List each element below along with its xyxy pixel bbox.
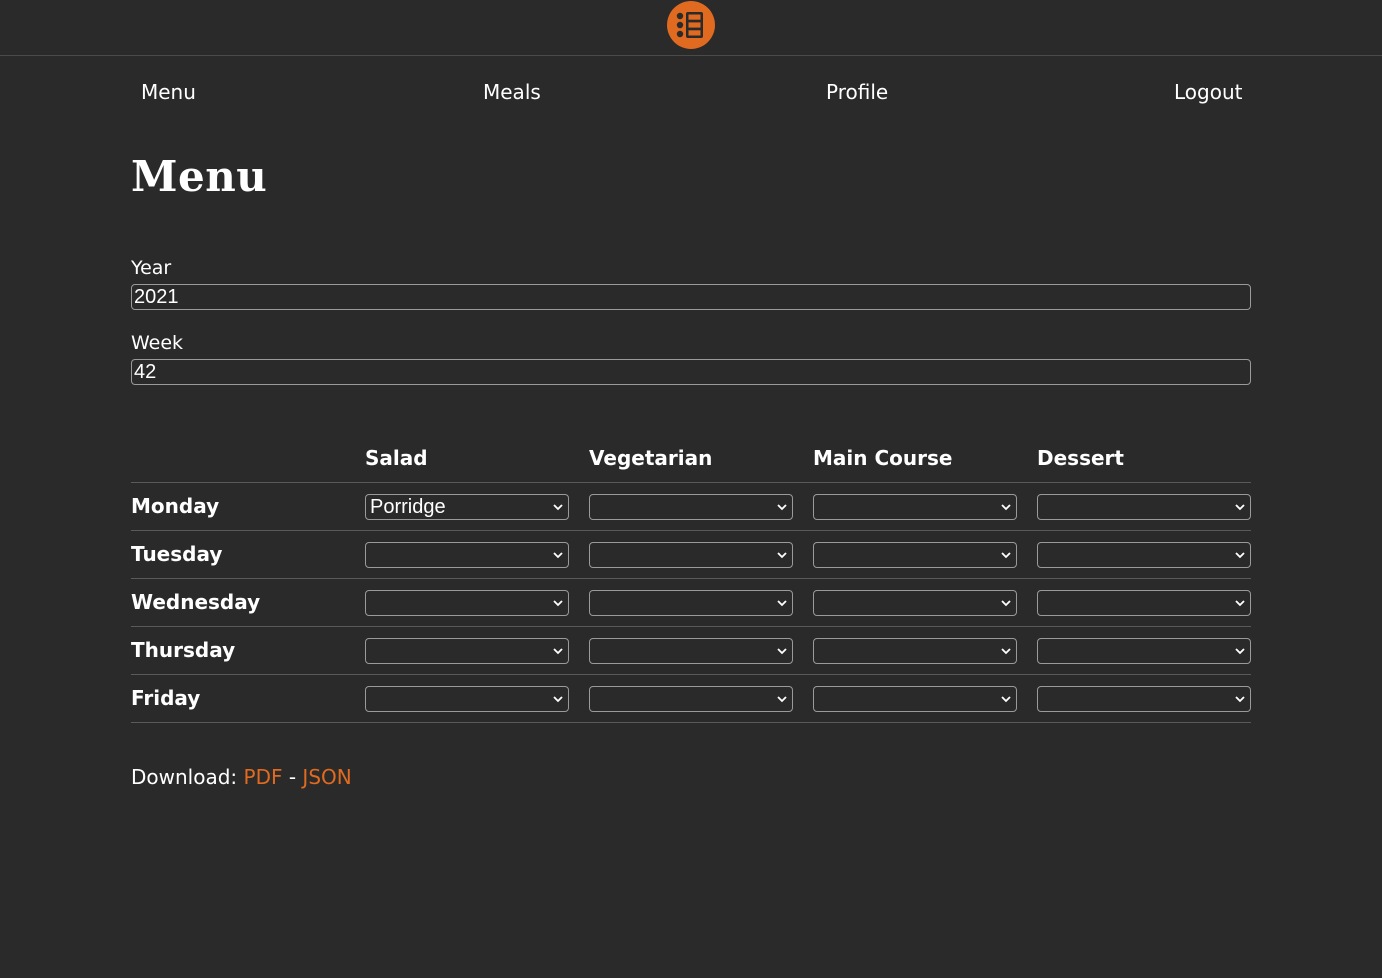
- table-row: Friday: [131, 675, 1251, 723]
- salad-select[interactable]: [365, 638, 569, 664]
- menu-list-icon[interactable]: [667, 1, 715, 49]
- vegetarian-select[interactable]: [589, 494, 793, 520]
- vegetarian-select[interactable]: [589, 638, 793, 664]
- download-label: Download:: [131, 765, 238, 789]
- vegetarian-select[interactable]: [589, 542, 793, 568]
- main-course-select[interactable]: [813, 638, 1017, 664]
- year-input[interactable]: [131, 284, 1251, 310]
- dessert-select[interactable]: [1037, 494, 1251, 520]
- dessert-select[interactable]: [1037, 590, 1251, 616]
- salad-select[interactable]: [365, 590, 569, 616]
- vegetarian-select[interactable]: [589, 686, 793, 712]
- salad-select[interactable]: Porridge: [365, 494, 569, 520]
- week-input[interactable]: [131, 359, 1251, 385]
- nav-profile-link[interactable]: Profile: [826, 80, 888, 104]
- nav-meals-link[interactable]: Meals: [483, 80, 541, 104]
- main-course-select[interactable]: [813, 494, 1017, 520]
- day-label: Thursday: [131, 638, 236, 662]
- day-label: Friday: [131, 686, 201, 710]
- download-pdf-link[interactable]: PDF: [244, 765, 283, 789]
- select-value: Porridge: [370, 496, 446, 518]
- main-course-select[interactable]: [813, 686, 1017, 712]
- day-label: Monday: [131, 494, 220, 518]
- download-separator: -: [288, 765, 297, 789]
- year-label: Year: [131, 257, 172, 279]
- nav-logout-link[interactable]: Logout: [1174, 80, 1242, 104]
- nav-menu-link[interactable]: Menu: [141, 80, 196, 104]
- salad-select[interactable]: [365, 686, 569, 712]
- main-course-select[interactable]: [813, 590, 1017, 616]
- main-nav: Menu Meals Profile Logout: [0, 56, 1382, 136]
- dessert-select[interactable]: [1037, 542, 1251, 568]
- download-links: Download: PDF - JSON: [131, 765, 352, 789]
- column-header-dessert: Dessert: [1037, 446, 1124, 470]
- main-course-select[interactable]: [813, 542, 1017, 568]
- table-row: Wednesday: [131, 579, 1251, 627]
- table-row: Thursday: [131, 627, 1251, 675]
- table-row: Monday Porridge: [131, 483, 1251, 531]
- column-header-vegetarian: Vegetarian: [589, 446, 713, 470]
- download-json-link[interactable]: JSON: [302, 765, 351, 789]
- top-bar: [0, 0, 1382, 56]
- table-header: Salad Vegetarian Main Course Dessert: [131, 436, 1251, 483]
- vegetarian-select[interactable]: [589, 590, 793, 616]
- column-header-salad: Salad: [365, 446, 428, 470]
- day-label: Tuesday: [131, 542, 223, 566]
- page-title: Menu: [131, 152, 268, 201]
- menu-table: Salad Vegetarian Main Course Dessert Mon…: [131, 436, 1251, 723]
- column-header-main-course: Main Course: [813, 446, 953, 470]
- day-label: Wednesday: [131, 590, 261, 614]
- week-label: Week: [131, 332, 184, 354]
- dessert-select[interactable]: [1037, 638, 1251, 664]
- dessert-select[interactable]: [1037, 686, 1251, 712]
- salad-select[interactable]: [365, 542, 569, 568]
- table-row: Tuesday: [131, 531, 1251, 579]
